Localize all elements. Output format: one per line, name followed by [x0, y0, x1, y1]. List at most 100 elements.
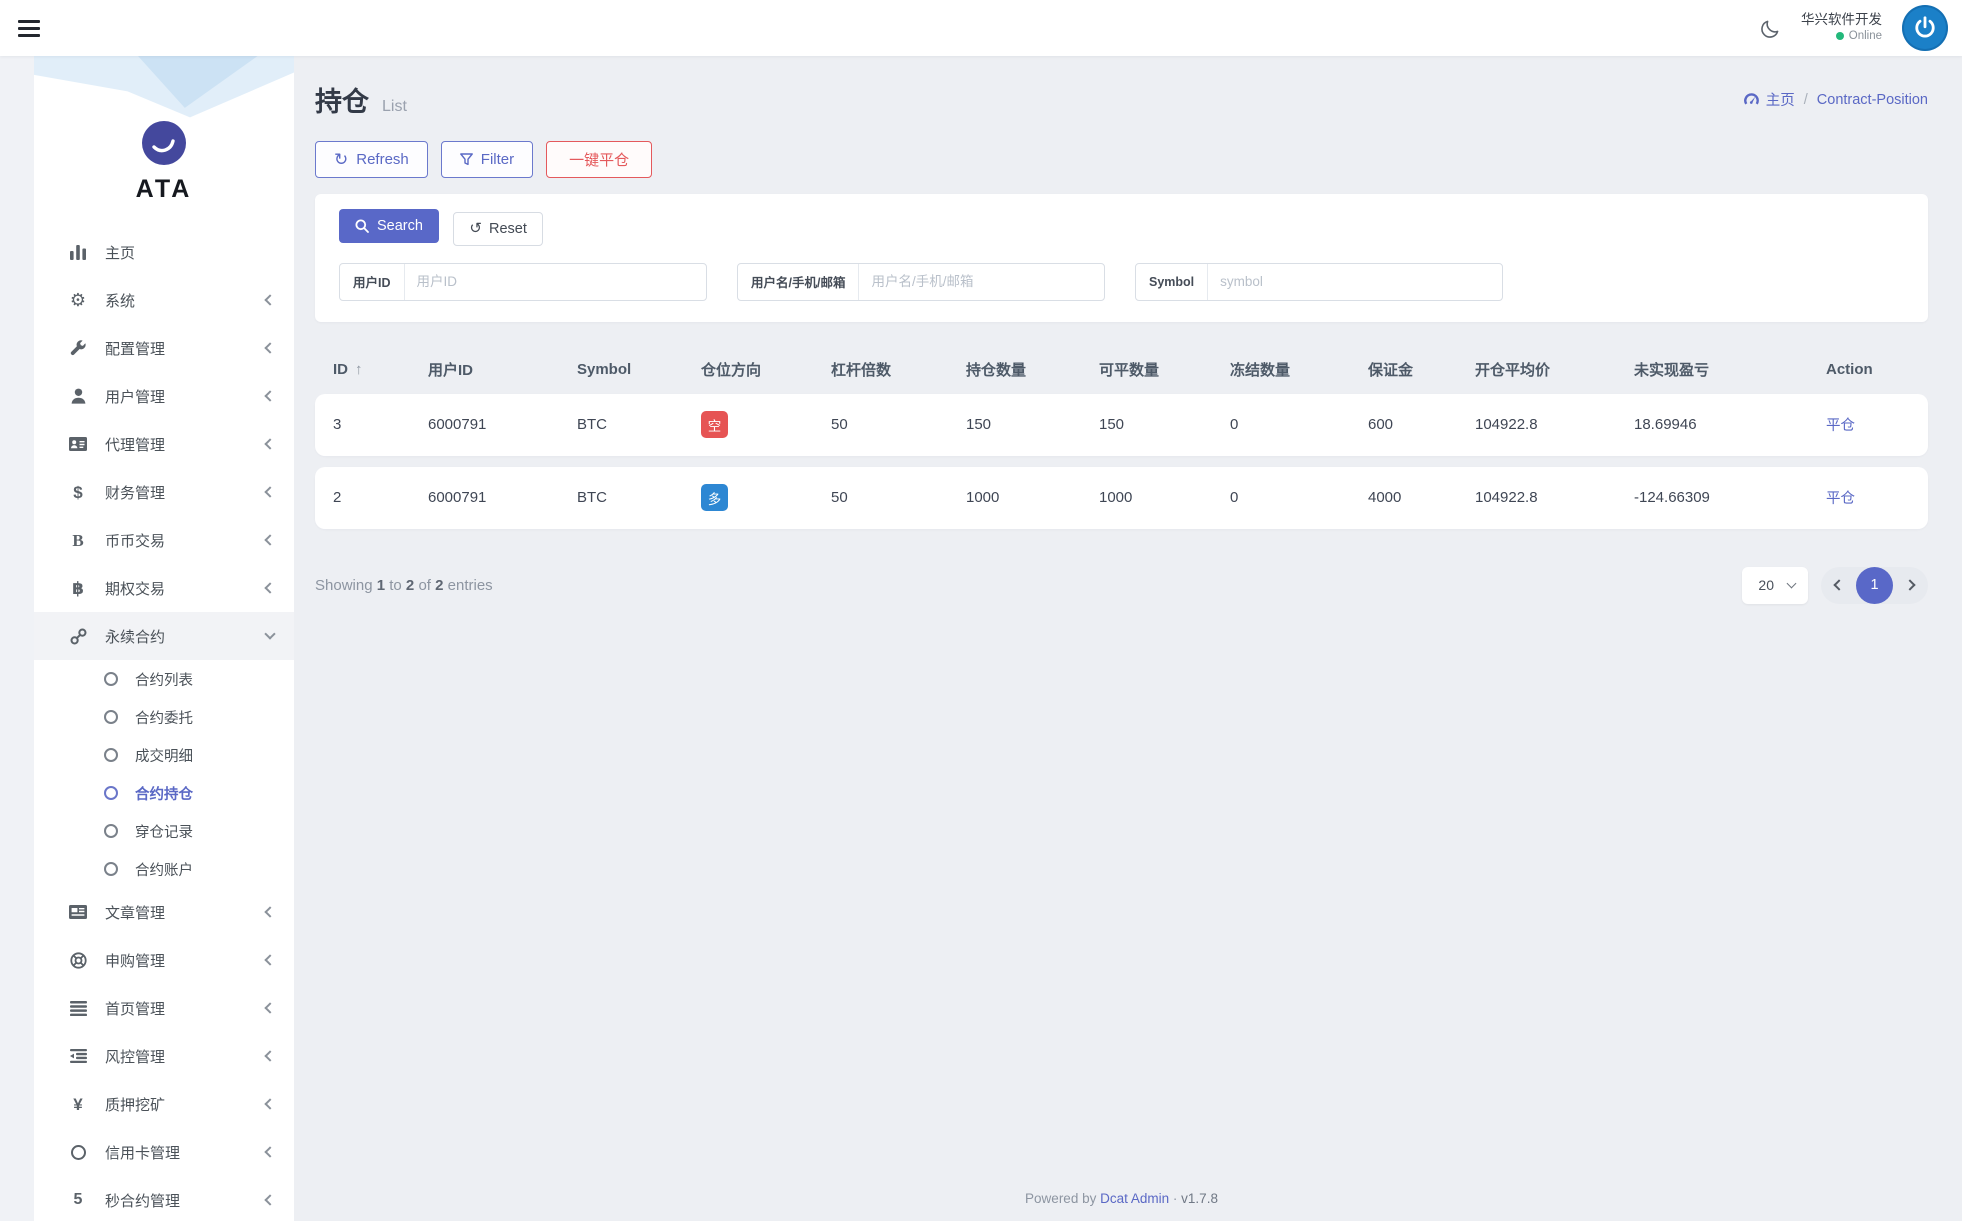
sidebar-item-seconds[interactable]: 5秒合约管理: [34, 1176, 294, 1221]
hamburger-menu-icon[interactable]: [18, 20, 40, 37]
cell-closable: 1000: [1099, 489, 1230, 506]
close-position-link[interactable]: 平仓: [1826, 491, 1855, 507]
next-page-button[interactable]: [1893, 581, 1927, 589]
cell-id: 2: [333, 489, 428, 506]
dcat-admin-link[interactable]: Dcat Admin: [1100, 1191, 1169, 1206]
sidebar-item-homepage[interactable]: 首页管理: [34, 984, 294, 1032]
logo-icon: [141, 120, 187, 166]
sidebar-item-credit-card[interactable]: 信用卡管理: [34, 1128, 294, 1176]
cell-id: 3: [333, 416, 428, 433]
sort-asc-icon[interactable]: ↑: [355, 361, 363, 378]
yen-icon: ¥: [68, 1096, 88, 1113]
sidebar-item-label: 币币交易: [105, 530, 249, 551]
cell-pnl: -124.66309: [1634, 489, 1826, 506]
search-button[interactable]: Search: [339, 209, 439, 243]
symbol-input[interactable]: [1208, 264, 1502, 300]
brand-logo[interactable]: ATA: [34, 56, 294, 204]
moon-icon: [1760, 18, 1781, 39]
sidebar-item-spot-trade[interactable]: B币币交易: [34, 516, 294, 564]
bars-icon: [68, 1001, 88, 1016]
gear-icon: ⚙: [68, 291, 88, 309]
sidebar-item-agents[interactable]: 代理管理: [34, 420, 294, 468]
page-subtitle: List: [382, 98, 407, 116]
user-id-input[interactable]: [405, 264, 706, 300]
pagination: 20 1: [1742, 567, 1928, 604]
sidebar-item-system[interactable]: ⚙ 系统: [34, 276, 294, 324]
cell-symbol: BTC: [577, 416, 701, 433]
col-direction: 仓位方向: [701, 359, 831, 380]
chevron-left-icon: [264, 954, 275, 965]
chevron-left-icon: [264, 1194, 275, 1205]
avatar[interactable]: [1902, 5, 1948, 51]
sidebar-item-articles[interactable]: 文章管理: [34, 888, 294, 936]
chevron-left-icon: [264, 342, 275, 353]
direction-badge-short: 空: [701, 411, 728, 438]
sidebar: ATA 主页 ⚙ 系统配置管理用户管理代理管理 $财务管理B币币交易฿期权交易永续合约…: [34, 56, 294, 1221]
life-ring-icon: [68, 952, 88, 969]
sidebar-item-label: 首页管理: [105, 998, 249, 1019]
chevron-left-icon: [264, 1002, 275, 1013]
close-all-positions-button[interactable]: 一键平仓: [546, 141, 652, 178]
sidebar-item-label: 文章管理: [105, 902, 249, 923]
sidebar-subitem-liquidation-records[interactable]: 穿仓记录: [34, 812, 294, 850]
sidebar-item-subscribe[interactable]: 申购管理: [34, 936, 294, 984]
id-card-icon: [68, 437, 88, 451]
sidebar-item-home[interactable]: 主页: [34, 228, 294, 276]
circle-icon: [104, 672, 118, 686]
user-icon: [68, 388, 88, 404]
cell-margin: 4000: [1368, 489, 1475, 506]
sidebar-item-perpetual[interactable]: 永续合约: [34, 612, 294, 660]
page-number-button[interactable]: 1: [1856, 567, 1893, 604]
cell-amount: 150: [966, 416, 1099, 433]
direction-badge-long: 多: [701, 484, 728, 511]
circle-icon: [104, 786, 118, 800]
chevron-left-icon: [264, 390, 275, 401]
link-icon: [68, 628, 88, 645]
col-amount: 持仓数量: [966, 359, 1099, 380]
sidebar-item-label: 系统: [105, 290, 249, 311]
close-position-link[interactable]: 平仓: [1826, 418, 1855, 434]
breadcrumb-home[interactable]: 主页: [1743, 89, 1795, 110]
reset-button[interactable]: ↺ Reset: [453, 212, 542, 246]
sidebar-item-label: 代理管理: [105, 434, 249, 455]
cell-closable: 150: [1099, 416, 1230, 433]
sidebar-item-finance[interactable]: $财务管理: [34, 468, 294, 516]
page-size-select[interactable]: 20: [1742, 567, 1808, 604]
username-input[interactable]: [859, 264, 1104, 300]
left-gutter: [0, 56, 34, 1221]
entries-summary: Showing 1 to 2 of 2 entries: [315, 577, 493, 594]
outdent-icon: [68, 1049, 88, 1063]
prev-page-button[interactable]: [1822, 581, 1856, 589]
cell-user-id: 6000791: [428, 489, 577, 506]
sidebar-item-users[interactable]: 用户管理: [34, 372, 294, 420]
sidebar-subitem-contract-accounts[interactable]: 合约账户: [34, 850, 294, 888]
dark-mode-toggle[interactable]: [1760, 18, 1781, 39]
table-row: 3 6000791 BTC 空 50 150 150 0 600 104922.…: [315, 394, 1928, 456]
sidebar-subitem-contract-list[interactable]: 合约列表: [34, 660, 294, 698]
sidebar-item-label: 配置管理: [105, 338, 249, 359]
chevron-left-icon: [264, 486, 275, 497]
sidebar-subitem-contract-orders[interactable]: 合约委托: [34, 698, 294, 736]
sidebar-item-options[interactable]: ฿期权交易: [34, 564, 294, 612]
chevron-left-icon: [264, 582, 275, 593]
cell-leverage: 50: [831, 416, 966, 433]
sidebar-item-label: 信用卡管理: [105, 1142, 249, 1163]
sidebar-subitem-label: 合约委托: [135, 707, 193, 728]
col-leverage: 杠杆倍数: [831, 359, 966, 380]
circle-icon: [68, 1145, 88, 1160]
sidebar-item-config[interactable]: 配置管理: [34, 324, 294, 372]
symbol-field-label: Symbol: [1136, 264, 1208, 300]
sidebar-item-risk[interactable]: 风控管理: [34, 1032, 294, 1080]
sidebar-subitem-label: 合约持仓: [135, 783, 193, 804]
refresh-button[interactable]: ↻ Refresh: [315, 141, 428, 178]
cell-margin: 600: [1368, 416, 1475, 433]
sidebar-item-staking[interactable]: ¥质押挖矿: [34, 1080, 294, 1128]
user-menu[interactable]: 华兴软件开发 Online: [1801, 12, 1882, 43]
symbol-field-group: Symbol: [1135, 263, 1503, 301]
col-pnl: 未实现盈亏: [1634, 359, 1826, 380]
sidebar-subitem-trade-details[interactable]: 成交明细: [34, 736, 294, 774]
circle-icon: [104, 862, 118, 876]
sidebar-subitem-contract-positions[interactable]: 合约持仓: [34, 774, 294, 812]
filter-button[interactable]: Filter: [441, 141, 533, 178]
col-user-id: 用户ID: [428, 359, 577, 380]
